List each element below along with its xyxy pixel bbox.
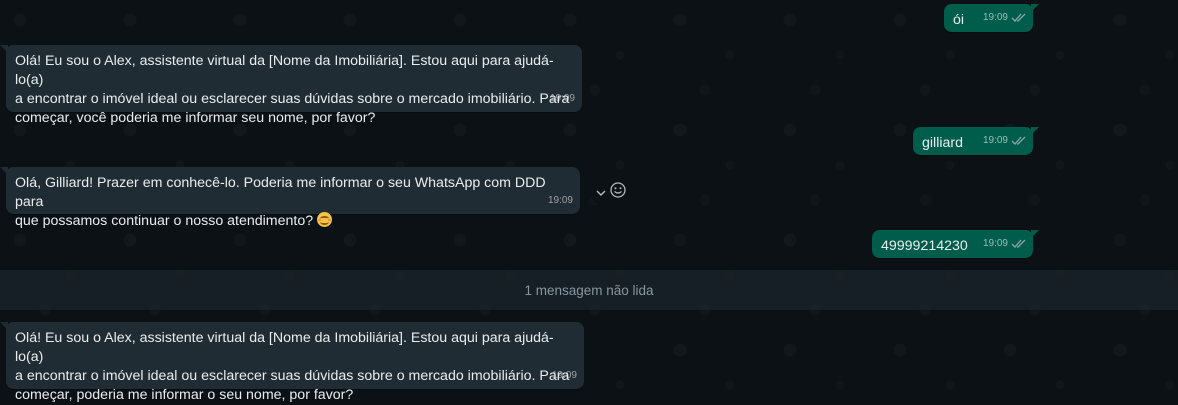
message-hover-actions [590, 180, 632, 205]
message-text: Olá, Gilliard! Prazer em conhecê-lo. Pod… [15, 174, 571, 231]
outgoing-message[interactable]: ói 19:09 [944, 4, 1039, 32]
message-text: Olá! Eu sou o Alex, assistente virtual d… [15, 330, 570, 403]
message-time: 19:09 [551, 370, 577, 381]
message-meta: 19:09 [983, 131, 1027, 150]
message-time: 19:09 [982, 12, 1008, 23]
double-check-icon [1011, 135, 1027, 146]
incoming-message[interactable]: Olá! Eu sou o Alex, assistente virtual d… [0, 322, 584, 403]
outgoing-message[interactable]: gilliard 19:09 [913, 127, 1039, 155]
message-text-body: Olá, Gilliard! Prazer em conhecê-lo. Pod… [15, 175, 546, 229]
message-meta: 19:09 [548, 191, 573, 210]
incoming-message[interactable]: Olá, Gilliard! Prazer em conhecê-lo. Pod… [0, 167, 580, 229]
message-meta: 19:09 [983, 8, 1027, 27]
message-text: gilliard [922, 135, 964, 151]
double-check-icon [1011, 238, 1027, 249]
message-meta: 19:09 [550, 89, 575, 108]
double-check-icon [1011, 12, 1027, 23]
message-meta: 19:09 [552, 366, 577, 385]
smiling-face-emoji [317, 212, 333, 227]
incoming-message[interactable]: Olá! Eu sou o Alex, assistente virtual d… [0, 45, 582, 126]
unread-messages-divider: 1 mensagem não lida [0, 270, 1178, 310]
message-time: 19:09 [982, 238, 1008, 249]
chevron-down-icon[interactable] [596, 184, 606, 202]
emoji-icon[interactable] [610, 182, 626, 203]
message-time: 19:09 [547, 195, 573, 206]
outgoing-message[interactable]: 49999214230 19:09 [872, 230, 1039, 258]
message-time: 19:09 [549, 93, 575, 104]
message-time: 19:09 [982, 135, 1008, 146]
message-text: ói [953, 12, 965, 28]
unread-divider-label: 1 mensagem não lida [524, 282, 654, 298]
message-text: Olá! Eu sou o Alex, assistente virtual d… [15, 53, 570, 126]
message-meta: 19:09 [983, 234, 1027, 253]
message-text: 49999214230 [881, 238, 968, 254]
